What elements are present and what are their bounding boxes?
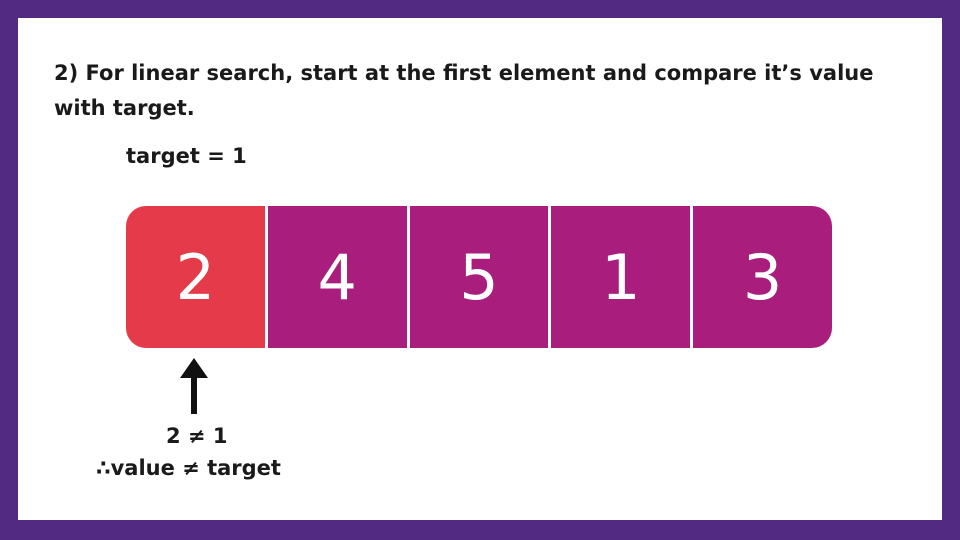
array-cell-1: 4 xyxy=(264,206,407,348)
array-cell-4: 3 xyxy=(690,206,832,348)
conclusion-text: ∴value ≠ target xyxy=(96,456,281,480)
array-cell-2: 5 xyxy=(406,206,549,348)
up-arrow-icon xyxy=(180,358,208,414)
slide-canvas: 2) For linear search, start at the first… xyxy=(18,18,942,520)
array-cell-0: 2 xyxy=(126,206,265,348)
target-label: target = 1 xyxy=(126,144,247,168)
comparison-text: 2 ≠ 1 xyxy=(166,424,228,448)
array-row: 2 4 5 1 3 xyxy=(126,206,832,348)
array-cell-3: 1 xyxy=(548,206,691,348)
instruction-text: 2) For linear search, start at the first… xyxy=(54,61,874,120)
